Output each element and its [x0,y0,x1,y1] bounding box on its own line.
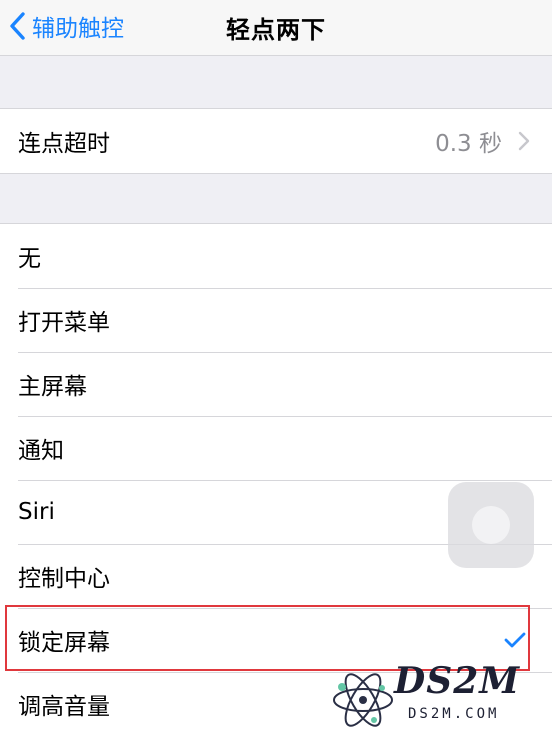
timeout-label: 连点超时 [18,131,110,157]
action-label: 打开菜单 [18,310,110,336]
action-label: 调高音量 [18,694,110,720]
action-item-none[interactable]: 无 [0,224,552,288]
action-item-notifications[interactable]: 通知 [0,416,552,480]
action-label: 通知 [18,438,64,464]
chevron-right-icon [518,131,530,151]
action-label: 锁定屏幕 [18,630,110,656]
action-label: 主屏幕 [18,374,87,400]
action-label: Siri [18,499,55,525]
atom-logo-icon [333,673,393,727]
page-title: 轻点两下 [226,16,326,44]
action-item-home[interactable]: 主屏幕 [0,352,552,416]
checkmark-icon [504,632,526,648]
timeout-value: 0.3 秒 [435,131,502,157]
action-label: 控制中心 [18,566,110,592]
assistive-touch-ring-icon [472,506,510,544]
navigation-bar: 辅助触控 轻点两下 [0,0,552,56]
watermark-site: DS2M.COM [408,706,500,722]
watermark-logo: DS2M DS2M.COM [330,660,540,730]
assistive-touch-button[interactable] [448,482,534,568]
timeout-section: 连点超时 0.3 秒 [0,108,552,174]
action-label: 无 [18,246,41,272]
action-item-open-menu[interactable]: 打开菜单 [0,288,552,352]
timeout-cell[interactable]: 连点超时 0.3 秒 [0,109,552,173]
watermark-brand: DS2M [394,660,521,702]
